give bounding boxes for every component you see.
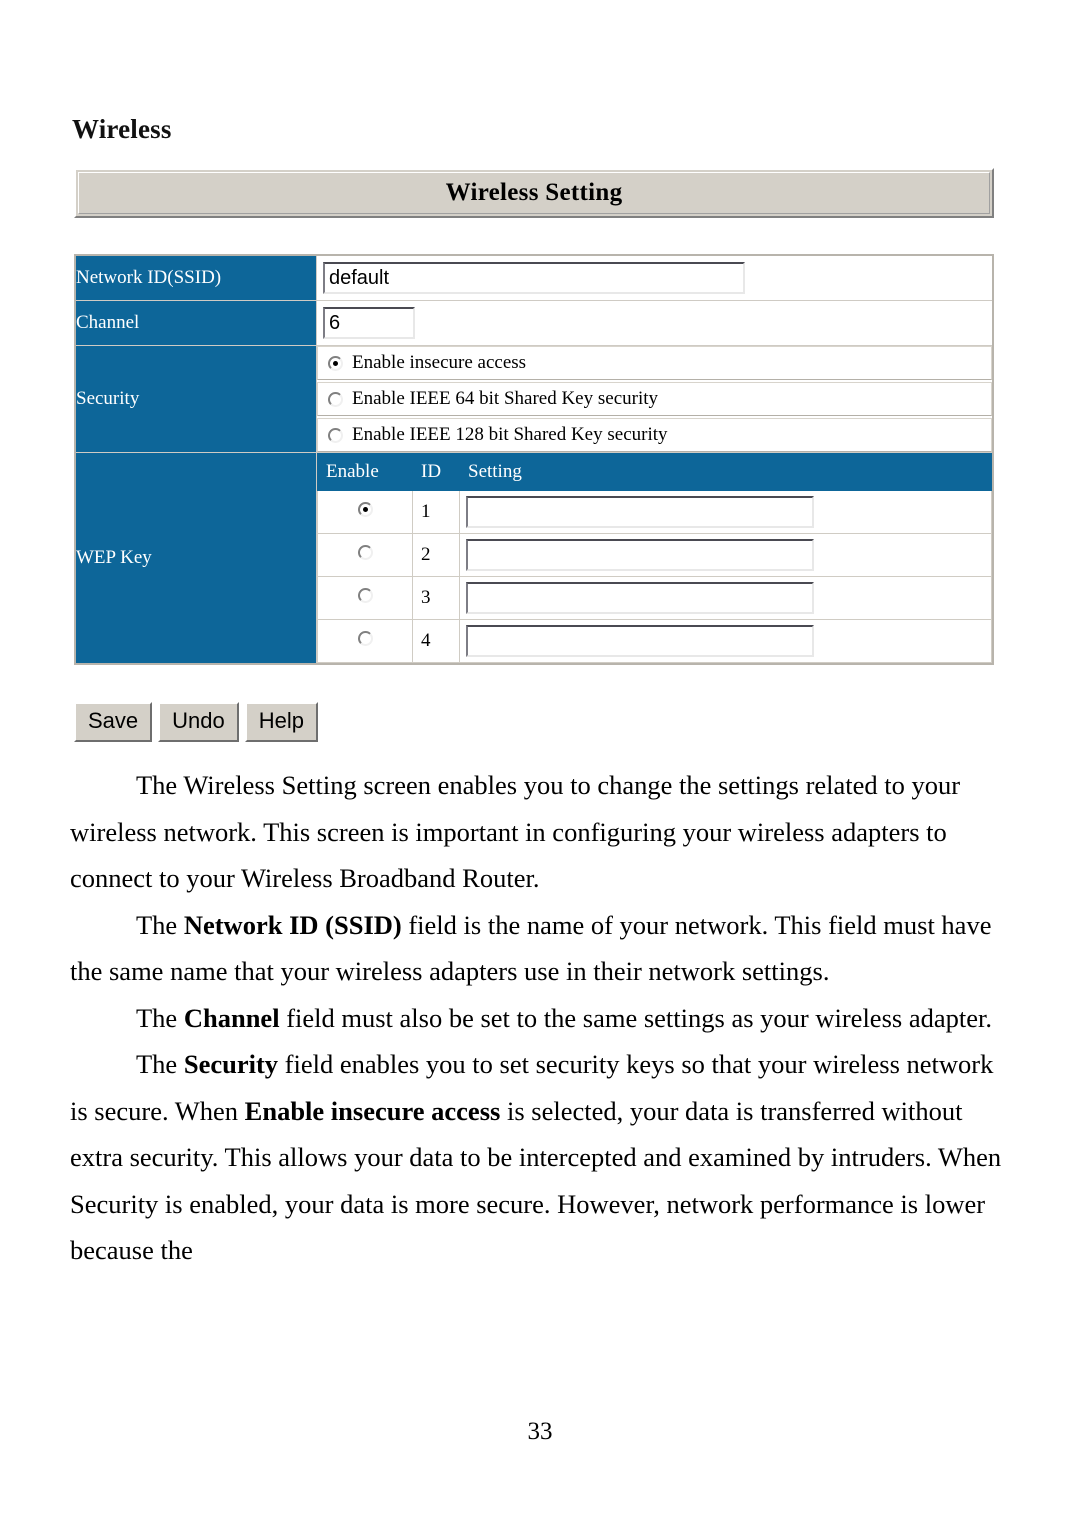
wep-key-header-row: Enable ID Setting xyxy=(317,453,992,491)
wep-key-input-2[interactable] xyxy=(466,539,814,571)
radio-icon-ieee-128bit[interactable] xyxy=(328,427,343,443)
undo-button[interactable]: Undo xyxy=(158,702,239,742)
wep-key-input-3[interactable] xyxy=(466,582,814,614)
form-button-row: Save Undo Help xyxy=(74,702,318,742)
table-row: 1 xyxy=(317,490,992,534)
row-wep-key: WEP Key Enable ID Setting 1 2 3 4 xyxy=(74,452,994,665)
radio-icon-wep-key-4[interactable] xyxy=(357,631,373,646)
body-paragraph: The Wireless Setting screen enables you … xyxy=(70,762,1010,902)
wep-key-input-1[interactable] xyxy=(466,496,814,528)
wep-enable-cell-4 xyxy=(317,619,413,663)
security-option-wep64[interactable]: Enable IEEE 64 bit Shared Key security xyxy=(317,382,992,416)
page-number: 33 xyxy=(527,1418,553,1445)
security-option-label: Enable insecure access xyxy=(352,352,527,373)
radio-icon-insecure-access[interactable] xyxy=(328,355,343,371)
wep-id-4: 4 xyxy=(412,619,460,663)
wep-header-enable: Enable xyxy=(317,453,413,491)
body-run: field must also be set to the same setti… xyxy=(279,1002,992,1033)
radio-icon-wep-key-2[interactable] xyxy=(357,545,373,560)
wep-setting-cell-2 xyxy=(459,533,992,577)
ssid-input[interactable]: default xyxy=(323,262,745,294)
radio-icon-wep-key-1[interactable] xyxy=(357,502,373,517)
wep-key-input-4[interactable] xyxy=(466,625,814,657)
wireless-settings-form: Network ID(SSID) default Channel 6 Secur… xyxy=(74,254,994,665)
body-emphasis: Network ID (SSID) xyxy=(183,909,402,940)
cell-security-options: Enable insecure access Enable IEEE 64 bi… xyxy=(316,345,994,453)
label-wep-key: WEP Key xyxy=(74,452,317,665)
screenshot-titlebar-label: Wireless Setting xyxy=(445,179,623,206)
label-channel: Channel xyxy=(74,300,317,346)
body-run: The xyxy=(136,909,184,940)
row-channel: Channel 6 xyxy=(74,300,994,346)
security-option-insecure[interactable]: Enable insecure access xyxy=(317,346,992,380)
radio-icon-wep-key-3[interactable] xyxy=(357,588,373,603)
body-text: The Wireless Setting screen enables you … xyxy=(70,762,1010,1274)
body-emphasis: Enable insecure access xyxy=(244,1095,501,1126)
document-page: Wireless Wireless Setting Network ID(SSI… xyxy=(0,0,1080,1533)
wep-header-setting: Setting xyxy=(459,453,992,491)
security-option-label: Enable IEEE 128 bit Shared Key security xyxy=(352,424,668,445)
figure-spacer xyxy=(74,218,994,254)
wep-enable-cell-2 xyxy=(317,533,413,577)
wep-setting-cell-1 xyxy=(459,490,992,534)
wep-setting-cell-4 xyxy=(459,619,992,663)
table-row: 2 xyxy=(317,533,992,577)
security-option-wep128[interactable]: Enable IEEE 128 bit Shared Key security xyxy=(317,418,992,452)
body-emphasis: Channel xyxy=(183,1002,280,1033)
help-button[interactable]: Help xyxy=(244,702,318,742)
wep-header-id: ID xyxy=(412,453,460,491)
body-run: The Wireless Setting screen enables you … xyxy=(70,770,961,893)
security-option-label: Enable IEEE 64 bit Shared Key security xyxy=(352,388,659,409)
security-option-list: Enable insecure access Enable IEEE 64 bi… xyxy=(317,346,992,452)
row-security: Security Enable insecure access Enable I… xyxy=(74,345,994,453)
wep-setting-cell-3 xyxy=(459,576,992,620)
channel-input[interactable]: 6 xyxy=(323,307,415,339)
wireless-setting-screenshot: Wireless Setting Network ID(SSID) defaul… xyxy=(74,168,994,665)
body-paragraph: The Network ID (SSID) field is the name … xyxy=(70,902,1010,995)
table-row: 3 xyxy=(317,576,992,620)
wep-enable-cell-3 xyxy=(317,576,413,620)
save-button[interactable]: Save xyxy=(74,702,153,742)
screenshot-titlebar: Wireless Setting xyxy=(74,168,994,218)
table-row: 4 xyxy=(317,619,992,663)
wep-id-1: 1 xyxy=(412,490,460,534)
body-paragraph: The Channel field must also be set to th… xyxy=(70,995,1010,1042)
screenshot-titlebar-inner: Wireless Setting xyxy=(78,172,990,214)
wep-id-2: 2 xyxy=(412,533,460,577)
cell-network-id-value: default xyxy=(316,254,994,301)
page-title: Wireless xyxy=(72,114,172,144)
wep-enable-cell-1 xyxy=(317,490,413,534)
body-emphasis: Security xyxy=(183,1049,279,1079)
wep-key-table: Enable ID Setting 1 2 3 4 xyxy=(317,453,992,663)
cell-wep-key-table: Enable ID Setting 1 2 3 4 xyxy=(316,452,994,665)
label-security: Security xyxy=(74,345,317,453)
cell-channel-value: 6 xyxy=(316,300,994,346)
label-network-id: Network ID(SSID) xyxy=(74,254,317,301)
body-run: The xyxy=(136,1002,184,1033)
wep-id-3: 3 xyxy=(412,576,460,620)
radio-icon-ieee-64bit[interactable] xyxy=(328,391,343,407)
body-run: The xyxy=(136,1049,184,1079)
body-paragraph: The Security field enables you to set se… xyxy=(70,1041,1010,1274)
row-network-id: Network ID(SSID) default xyxy=(74,254,994,301)
